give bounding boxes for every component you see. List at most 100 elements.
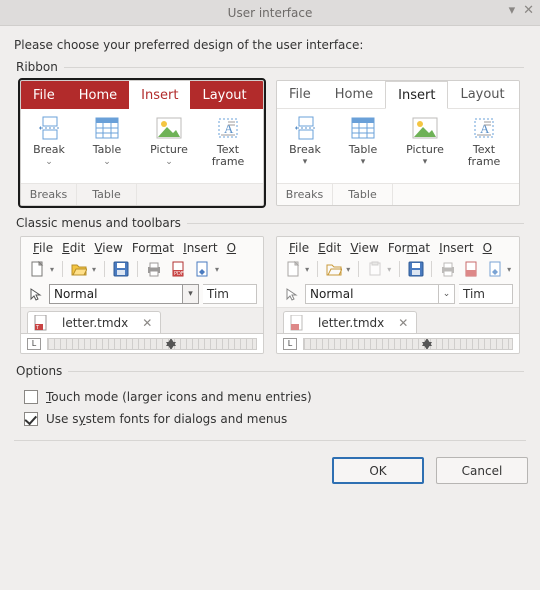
tab-file: File: [21, 81, 67, 109]
ribbon-tabs: File Home Insert Layout: [21, 81, 263, 109]
ribbon-group-table: Table: [333, 184, 393, 205]
window-title: User interface: [228, 6, 313, 20]
window-minimize-icon[interactable]: ▾: [509, 4, 516, 17]
menu-edit: Edit: [58, 240, 89, 256]
tab-insert: Insert: [129, 81, 190, 109]
horizontal-ruler: [47, 338, 257, 350]
ribbon-item-table: Table ⌄: [77, 109, 137, 183]
option-touch-mode[interactable]: Touch mode (larger icons and menu entrie…: [24, 386, 516, 408]
menu-view: View: [90, 240, 126, 256]
ruler-corner: L: [283, 338, 297, 350]
menu-format: Format: [128, 240, 178, 256]
menu-view: View: [346, 240, 382, 256]
save-icon: [111, 259, 131, 279]
classic-legend: Classic menus and toolbars: [16, 216, 181, 230]
menu-more: O: [223, 240, 240, 256]
table-icon: [93, 115, 121, 141]
ribbon-item-picture: Picture ⌄: [137, 109, 201, 183]
ribbon-group: Ribbon File Home Insert Layout Break: [14, 60, 526, 208]
text-frame-icon: A: [470, 115, 498, 141]
chevron-down-icon: ⌄: [45, 157, 53, 167]
checkbox[interactable]: [24, 412, 38, 426]
pdf-export-icon: PDF: [168, 259, 188, 279]
document-tab: letter.tmdx ✕: [283, 311, 417, 333]
options-legend: Options: [16, 364, 62, 378]
chevron-down-icon: ⌄: [165, 157, 173, 167]
horizontal-ruler: [303, 338, 513, 350]
ruler-corner: L: [27, 338, 41, 350]
menubar: File Edit View Format Insert O: [21, 237, 263, 257]
ribbon-item-break: Break ⌄: [21, 109, 77, 183]
ok-button[interactable]: OK: [332, 457, 424, 484]
font-select: Tim: [203, 284, 257, 304]
chevron-down-icon: ▾: [344, 265, 352, 274]
ribbon-group-breaks: Breaks: [277, 184, 333, 205]
checkbox[interactable]: [24, 390, 38, 404]
menu-edit: Edit: [314, 240, 345, 256]
epub-export-icon: [485, 259, 504, 279]
classic-preview-color[interactable]: File Edit View Format Insert O ▾ ▾: [20, 236, 264, 354]
close-icon: ✕: [398, 316, 408, 330]
ribbon-tabs: File Home Insert Layout: [277, 81, 519, 109]
document-tab-label: letter.tmdx: [318, 316, 384, 330]
tab-file: File: [277, 81, 323, 108]
tab-home: Home: [323, 81, 385, 108]
ribbon-item-break: Break ▾: [277, 109, 333, 183]
ribbon-preview-light[interactable]: File Home Insert Layout Break ▾: [276, 80, 520, 206]
intro-text: Please choose your preferred design of t…: [14, 38, 526, 52]
chevron-down-icon: ▾: [90, 265, 98, 274]
ribbon-item-textframe: A Textframe: [201, 109, 255, 183]
classic-group: Classic menus and toolbars File Edit Vie…: [14, 216, 526, 356]
window-close-icon[interactable]: ✕: [523, 4, 534, 17]
menu-more: O: [479, 240, 496, 256]
tab-home: Home: [67, 81, 129, 109]
text-frame-icon: A: [214, 115, 242, 141]
titlebar: User interface ▾ ✕: [0, 0, 540, 26]
cursor-icon: [283, 285, 301, 303]
document-icon: [290, 315, 304, 331]
cursor-icon: [27, 285, 45, 303]
chevron-down-icon: ▾: [505, 265, 513, 274]
new-doc-icon: [283, 259, 302, 279]
option-system-fonts-label: Use system fonts for dialogs and menus: [46, 412, 287, 426]
new-doc-icon: [27, 259, 47, 279]
chevron-down-icon: ⌄: [103, 157, 111, 167]
table-icon: [349, 115, 377, 141]
tab-insert: Insert: [385, 81, 448, 109]
classic-preview-light[interactable]: File Edit View Format Insert O ▾ ▾ ▾: [276, 236, 520, 354]
svg-text:PDF: PDF: [174, 271, 184, 277]
menu-insert: Insert: [179, 240, 221, 256]
svg-text:A: A: [480, 121, 490, 136]
picture-icon: [155, 115, 183, 141]
chevron-down-icon: ▾: [303, 265, 311, 274]
cancel-button[interactable]: Cancel: [436, 457, 528, 484]
epub-export-icon: [192, 259, 212, 279]
menu-insert: Insert: [435, 240, 477, 256]
chevron-down-icon: ▾: [303, 157, 308, 167]
close-icon: ✕: [142, 316, 152, 330]
chevron-down-icon: ▾: [48, 265, 56, 274]
menu-file: File: [285, 240, 313, 256]
ribbon-group-breaks: Breaks: [21, 184, 77, 205]
dialog-buttons: OK Cancel: [0, 449, 540, 494]
menu-format: Format: [384, 240, 434, 256]
document-icon: T: [34, 315, 48, 331]
chevron-down-icon: ▾: [361, 157, 366, 167]
page-break-icon: [291, 115, 319, 141]
picture-icon: [411, 115, 439, 141]
svg-text:A: A: [224, 121, 234, 136]
paragraph-style-select: Normal ▾: [49, 284, 199, 304]
ribbon-group-table: Table: [77, 184, 137, 205]
chevron-down-icon: ▾: [213, 265, 221, 274]
page-break-icon: [35, 115, 63, 141]
print-icon: [438, 259, 457, 279]
paragraph-style-select: Normal ⌄: [305, 284, 455, 304]
ribbon-legend: Ribbon: [16, 60, 58, 74]
toolbar: ▾ ▾ PDF ▾: [21, 257, 263, 281]
chevron-down-icon: ▾: [423, 157, 428, 167]
ribbon-preview-color[interactable]: File Home Insert Layout Break ⌄: [20, 80, 264, 206]
pdf-export-icon: [462, 259, 481, 279]
option-system-fonts[interactable]: Use system fonts for dialogs and menus: [24, 408, 516, 430]
paste-icon: [365, 259, 384, 279]
tab-layout: Layout: [448, 81, 516, 108]
